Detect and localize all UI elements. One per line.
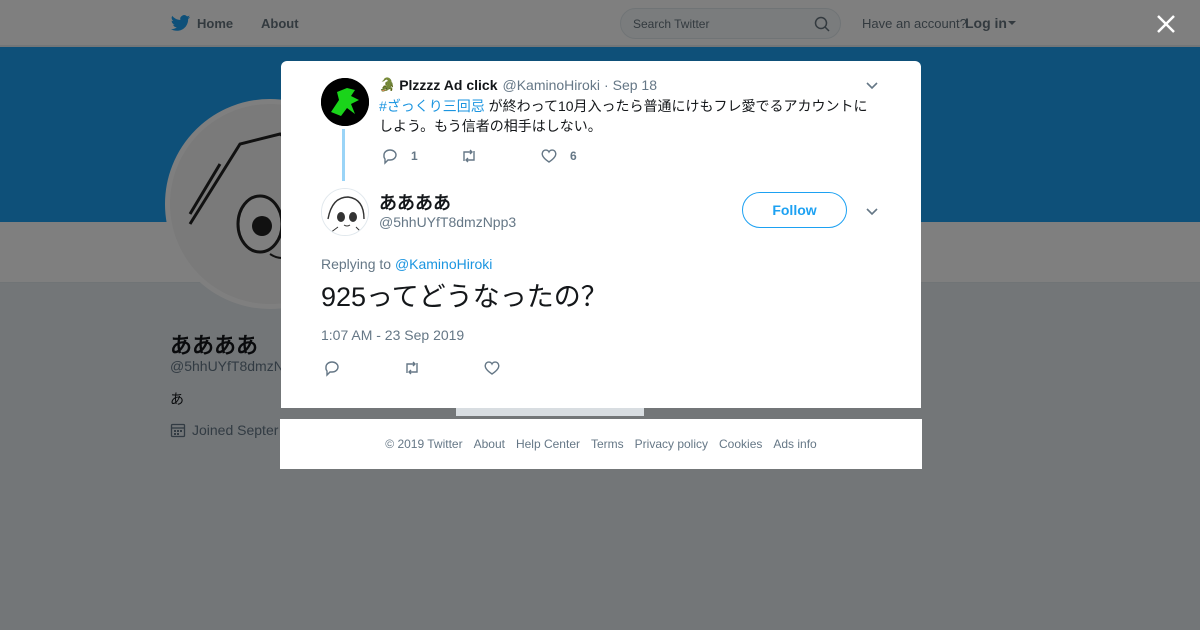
reply-count: 1 [411, 149, 418, 163]
heart-icon [484, 361, 500, 375]
main-tweet-name[interactable]: ああああ [379, 189, 451, 215]
tweet-modal: 🐊 Plzzzz Ad click @KaminoHiroki · Sep 18… [281, 61, 921, 408]
chevron-down-icon[interactable] [865, 204, 879, 218]
reply-button[interactable]: 1 [381, 147, 418, 165]
footer-link-ads-info[interactable]: Ads info [773, 437, 816, 451]
parent-tweet-handle[interactable]: @KaminoHiroki [502, 77, 599, 93]
retweet-icon [406, 361, 418, 375]
modal-bottom-strip [456, 408, 644, 416]
footer-link-privacy[interactable]: Privacy policy [635, 437, 708, 451]
retweet-button[interactable] [460, 147, 490, 165]
parent-tweet-header: 🐊 Plzzzz Ad click @KaminoHiroki · Sep 18 [379, 77, 657, 93]
like-count: 6 [570, 149, 577, 163]
retweet-icon [463, 149, 475, 163]
chevron-down-icon[interactable] [865, 78, 879, 92]
main-tweet-avatar[interactable] [321, 188, 369, 236]
anime-girl-avatar-icon [322, 189, 368, 235]
main-reply-button[interactable] [323, 359, 353, 377]
header-separator: · [603, 77, 609, 93]
reply-icon [383, 149, 397, 165]
close-icon[interactable] [1152, 10, 1180, 38]
main-tweet-timestamp[interactable]: 1:07 AM - 23 Sep 2019 [321, 327, 464, 343]
hashtag-link[interactable]: #ざっくり三回忌 [379, 98, 485, 114]
crocodile-emoji-icon: 🐊 [379, 77, 396, 92]
footer-link-help-center[interactable]: Help Center [516, 437, 580, 451]
main-like-button[interactable] [483, 359, 513, 377]
heart-icon [541, 149, 557, 163]
main-tweet-handle[interactable]: @5hhUYfT8dmzNpp3 [379, 214, 516, 230]
follow-button[interactable]: Follow [742, 192, 847, 228]
replying-prefix: Replying to [321, 256, 392, 272]
main-tweet-text: 925ってどうなったの？ [321, 282, 608, 312]
parent-tweet-text: #ざっくり三回忌 が終わって10月入ったら普通にけもフレ愛でるアカウントにしよう… [379, 96, 874, 136]
green-dinosaur-avatar-icon [321, 78, 369, 126]
parent-tweet-date[interactable]: Sep 18 [613, 77, 657, 93]
replying-to-link[interactable]: @KaminoHiroki [395, 256, 492, 272]
footer-copyright: © 2019 Twitter [385, 437, 463, 451]
parent-tweet-avatar[interactable] [321, 78, 369, 126]
reply-icon [325, 361, 339, 377]
replying-to-line: Replying to @KaminoHiroki [321, 256, 492, 272]
thread-connector-line [342, 129, 345, 181]
footer-link-terms[interactable]: Terms [591, 437, 624, 451]
parent-tweet-name[interactable]: Plzzzz Ad click [399, 77, 497, 93]
footer-link-about[interactable]: About [474, 437, 505, 451]
like-button[interactable]: 6 [540, 147, 577, 165]
footer-links: © 2019 Twitter About Help Center Terms P… [280, 419, 922, 469]
main-retweet-button[interactable] [403, 359, 433, 377]
footer-link-cookies[interactable]: Cookies [719, 437, 762, 451]
